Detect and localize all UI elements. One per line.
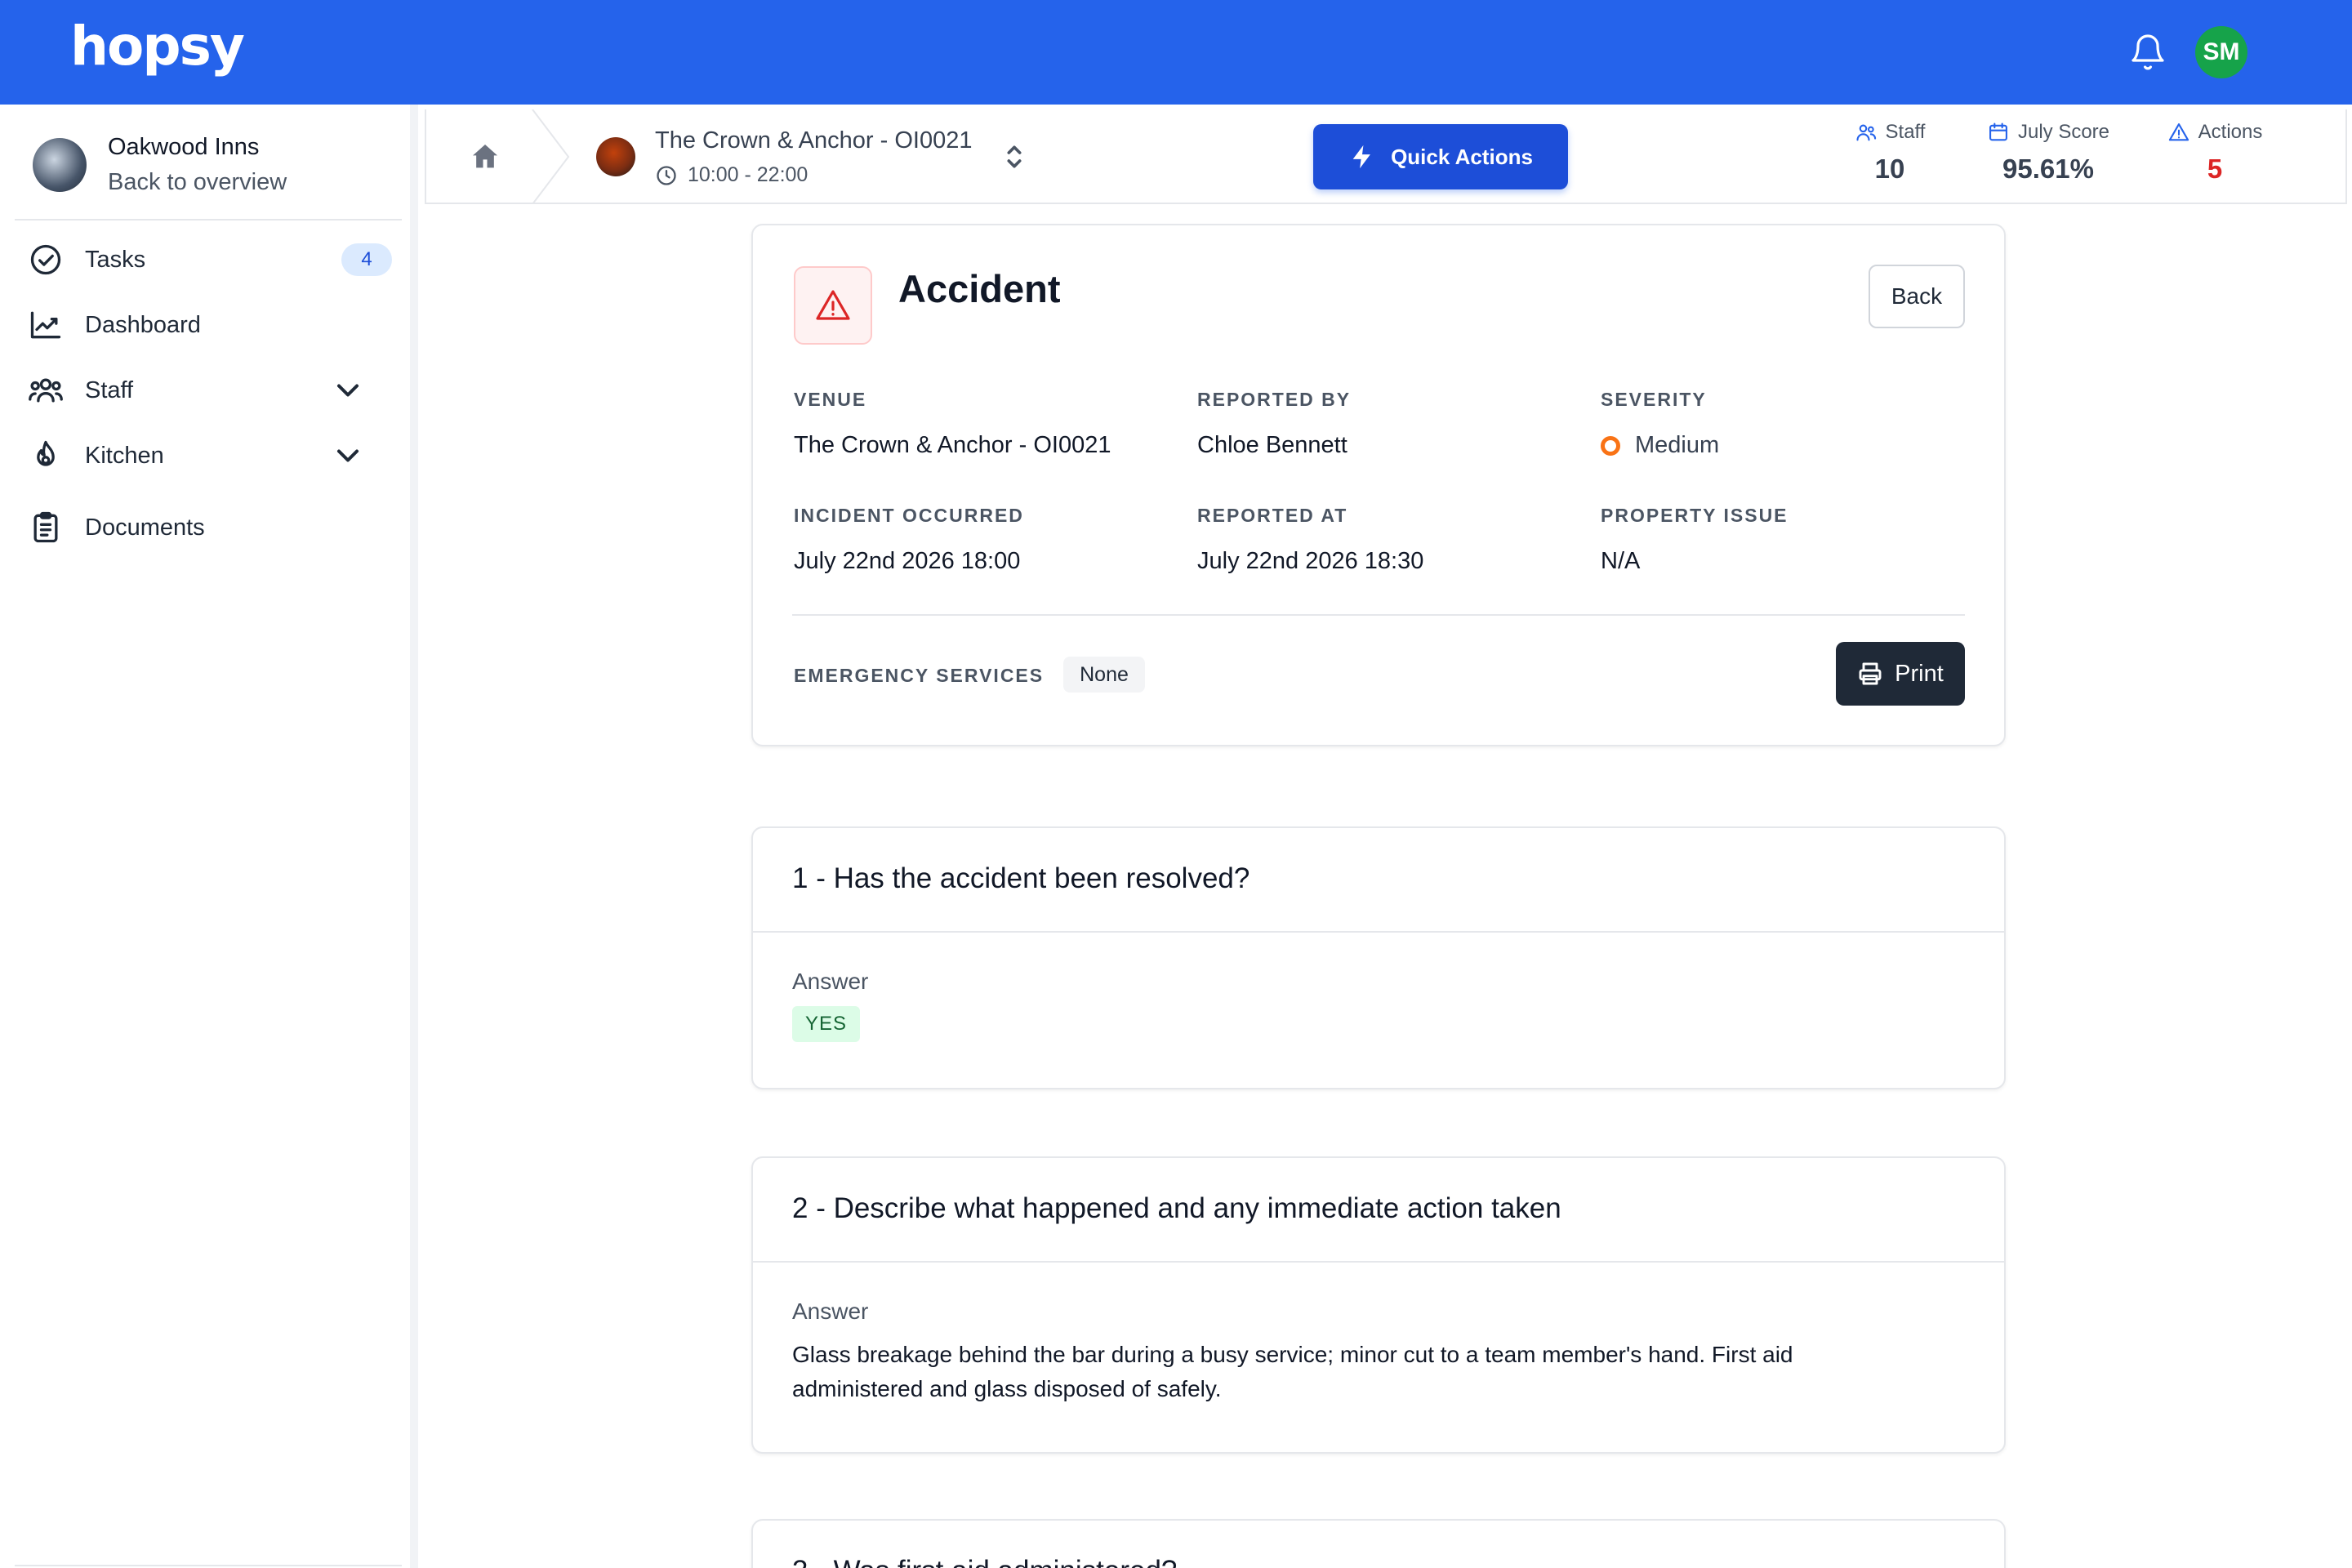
severity-value: Medium bbox=[1601, 432, 1719, 459]
question-answer: Answer Glass breakage behind the bar dur… bbox=[753, 1263, 2004, 1406]
sidebar-bottom-divider bbox=[15, 1565, 402, 1566]
home-icon[interactable] bbox=[469, 140, 501, 173]
venue-hours-text: 10:00 - 22:00 bbox=[688, 163, 808, 186]
venue-field: VENUE The Crown & Anchor - OI0021 bbox=[794, 389, 1111, 459]
staff-stat-value: 10 bbox=[1874, 154, 1905, 184]
staff-stat[interactable]: Staff 10 bbox=[1824, 121, 1955, 185]
answer-label: Answer bbox=[792, 969, 869, 994]
org-avatar bbox=[33, 138, 87, 192]
field-value: July 22nd 2026 18:00 bbox=[794, 548, 1021, 574]
quick-actions-label: Quick Actions bbox=[1391, 144, 1533, 169]
sidebar-item-documents[interactable]: Documents bbox=[28, 503, 392, 552]
actions-stat[interactable]: Actions 5 bbox=[2141, 121, 2288, 185]
sidebar-divider bbox=[15, 219, 402, 220]
org-switcher[interactable]: Oakwood Inns Back to overview bbox=[33, 134, 287, 196]
user-avatar[interactable]: SM bbox=[2195, 26, 2247, 78]
sidebar-item-kitchen[interactable]: Kitchen bbox=[28, 431, 392, 480]
field-label: SEVERITY bbox=[1601, 389, 1707, 410]
july-score-label: July Score bbox=[2017, 121, 2110, 143]
severity-field: SEVERITY Medium bbox=[1601, 389, 1719, 459]
sidebar-item-label: Tasks bbox=[85, 246, 146, 273]
emergency-services-badge: None bbox=[1063, 657, 1145, 693]
field-label: INCIDENT OCCURRED bbox=[794, 505, 1024, 526]
check-circle-icon bbox=[30, 244, 61, 275]
users-icon bbox=[1855, 124, 1876, 141]
severity-text: Medium bbox=[1635, 432, 1720, 458]
chevron-down-icon[interactable] bbox=[330, 438, 366, 474]
reported-by-field: REPORTED BY Chloe Bennett bbox=[1197, 389, 1351, 459]
top-bar: hopsy SM bbox=[0, 0, 2352, 105]
lightning-icon bbox=[1352, 145, 1370, 169]
sidebar-item-staff[interactable]: Staff bbox=[28, 366, 392, 415]
warning-icon bbox=[2168, 123, 2189, 141]
flame-icon bbox=[37, 440, 55, 466]
calendar-icon bbox=[1989, 122, 2007, 141]
question-title: 2 - Describe what happened and any immed… bbox=[753, 1158, 2004, 1263]
sidebar-item-label: Staff bbox=[85, 376, 134, 403]
property-issue-field: PROPERTY ISSUE N/A bbox=[1601, 505, 1788, 575]
warning-triangle-icon bbox=[816, 290, 850, 320]
back-button[interactable]: Back bbox=[1869, 265, 1965, 328]
question-title: 1 - Has the accident been resolved? bbox=[753, 828, 2004, 933]
field-label: VENUE bbox=[794, 389, 867, 410]
field-label: PROPERTY ISSUE bbox=[1601, 505, 1788, 526]
july-score-value: 95.61% bbox=[2002, 154, 2094, 184]
chevron-down-icon[interactable] bbox=[330, 372, 366, 408]
question-card: 3 - Was first aid administered? bbox=[751, 1519, 2006, 1568]
emergency-services-label: EMERGENCY SERVICES bbox=[794, 665, 1045, 686]
printer-icon bbox=[1859, 662, 1882, 685]
answer-text: Glass breakage behind the bar during a b… bbox=[792, 1342, 1793, 1401]
incident-occurred-field: INCIDENT OCCURRED July 22nd 2026 18:00 bbox=[794, 505, 1024, 575]
answer-yes-badge: YES bbox=[792, 1006, 861, 1042]
chevron-up-down-icon[interactable] bbox=[998, 140, 1031, 173]
clock-icon bbox=[657, 165, 676, 185]
app-logo[interactable]: hopsy bbox=[70, 15, 245, 78]
actions-stat-label: Actions bbox=[2198, 121, 2263, 143]
actions-stat-value: 5 bbox=[2207, 154, 2223, 184]
question-title: 3 - Was first aid administered? bbox=[753, 1521, 2004, 1568]
chart-line-icon bbox=[30, 311, 61, 339]
question-answer: Answer YES bbox=[753, 933, 2004, 1042]
question-card: 1 - Has the accident been resolved? Answ… bbox=[751, 826, 2006, 1089]
bell-icon[interactable] bbox=[2128, 33, 2167, 72]
question-card: 2 - Describe what happened and any immed… bbox=[751, 1156, 2006, 1454]
severity-indicator-icon bbox=[1601, 435, 1620, 456]
print-label: Print bbox=[1895, 660, 1944, 687]
venue-header: The Crown & Anchor - OI0021 10:00 - 22:0… bbox=[425, 109, 2347, 204]
print-button[interactable]: Print bbox=[1836, 642, 1965, 706]
clipboard-icon bbox=[33, 511, 58, 543]
reported-at-field: REPORTED AT July 22nd 2026 18:30 bbox=[1197, 505, 1423, 575]
venue-name[interactable]: The Crown & Anchor - OI0021 bbox=[655, 127, 972, 154]
july-score-stat[interactable]: July Score 95.61% bbox=[1958, 121, 2138, 185]
answer-label: Answer bbox=[792, 1298, 869, 1324]
field-label: REPORTED AT bbox=[1197, 505, 1348, 526]
sidebar-item-tasks[interactable]: Tasks 4 bbox=[28, 235, 392, 284]
field-label: REPORTED BY bbox=[1197, 389, 1352, 410]
sidebar-item-label: Dashboard bbox=[85, 311, 201, 338]
venue-hours: 10:00 - 22:00 bbox=[655, 163, 808, 187]
card-divider bbox=[792, 614, 1965, 616]
quick-actions-button[interactable]: Quick Actions bbox=[1313, 124, 1568, 189]
field-value: N/A bbox=[1601, 548, 1641, 574]
alert-icon-box bbox=[794, 266, 872, 345]
field-value: July 22nd 2026 18:30 bbox=[1197, 548, 1424, 574]
sidebar: Oakwood Inns Back to overview Tasks 4 Da… bbox=[0, 105, 418, 1568]
tasks-count-badge: 4 bbox=[341, 243, 392, 276]
sidebar-item-dashboard[interactable]: Dashboard bbox=[28, 301, 392, 350]
org-name: Oakwood Inns bbox=[108, 134, 260, 160]
sidebar-item-label: Documents bbox=[85, 514, 205, 541]
sidebar-item-label: Kitchen bbox=[85, 442, 164, 469]
breadcrumb-separator bbox=[532, 109, 570, 204]
incident-summary-card: Accident Back VENUE The Crown & Anchor -… bbox=[751, 224, 2006, 746]
field-value: The Crown & Anchor - OI0021 bbox=[794, 432, 1111, 458]
users-icon bbox=[29, 378, 63, 403]
incident-title: Accident bbox=[898, 267, 1061, 310]
back-to-overview-link[interactable]: Back to overview bbox=[108, 169, 287, 196]
staff-stat-label: Staff bbox=[1885, 121, 1926, 143]
field-value: Chloe Bennett bbox=[1197, 432, 1348, 458]
venue-avatar bbox=[596, 137, 635, 176]
